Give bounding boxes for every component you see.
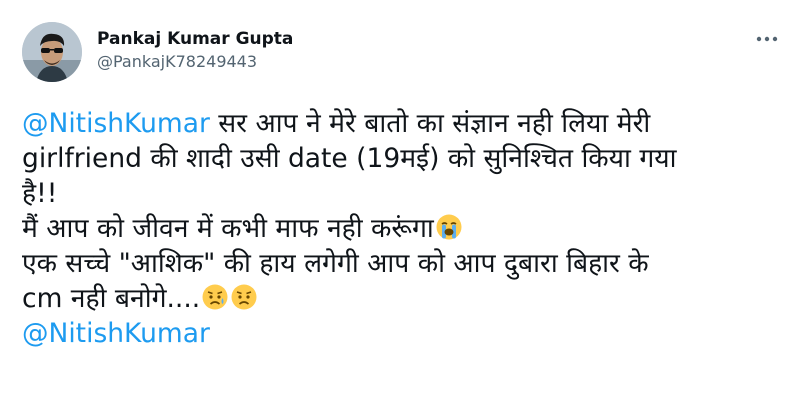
tweet-line-4: मैं आप को जीवन में कभी माफ नही करूंगा [22,211,782,246]
disappointed-relieved-face-icon [201,283,229,320]
tweet-line-7: @NitishKumar [22,316,782,351]
mention-link[interactable]: @NitishKumar [22,318,210,349]
mention-link[interactable]: @NitishKumar [22,108,210,139]
tweet-line-6: cm नही बनोगे.... [22,281,782,316]
more-horizontal-icon [756,36,778,42]
loudly-crying-face-icon [435,213,463,250]
author-handle[interactable]: @PankajK78249443 [97,50,293,74]
tweet-text-segment: है!! [22,178,58,209]
tweet-line-5: एक सच्चे "आशिक" की हाय लगेगी आप को आप दु… [22,246,782,281]
tweet-text-segment: सर आप ने मेरे बातो का संज्ञान नही लिया म… [209,108,651,139]
author-info: Pankaj Kumar Gupta @PankajK78249443 [97,28,293,74]
tweet-line-3: है!! [22,176,782,211]
tweet-text: @NitishKumar सर आप ने मेरे बातो का संज्ञ… [22,106,782,351]
sad-relieved-face-icon [230,283,258,320]
avatar[interactable] [22,22,82,82]
more-options-button[interactable] [754,26,780,52]
tweet-line-1: @NitishKumar सर आप ने मेरे बातो का संज्ञ… [22,106,782,141]
tweet-line-2: girlfriend की शादी उसी date (19मई) को सु… [22,141,782,176]
author-display-name[interactable]: Pankaj Kumar Gupta [97,28,293,50]
tweet-text-segment: cm नही बनोगे.... [22,283,201,314]
tweet-text-segment: मैं आप को जीवन में कभी माफ नही करूंगा [22,213,434,244]
tweet-text-segment: girlfriend की शादी उसी date (19मई) को सु… [22,143,677,174]
profile-photo-icon [22,22,82,82]
tweet-text-segment: एक सच्चे "आशिक" की हाय लगेगी आप को आप दु… [22,248,649,279]
tweet-card: Pankaj Kumar Gupta @PankajK78249443 @Nit… [0,0,800,411]
